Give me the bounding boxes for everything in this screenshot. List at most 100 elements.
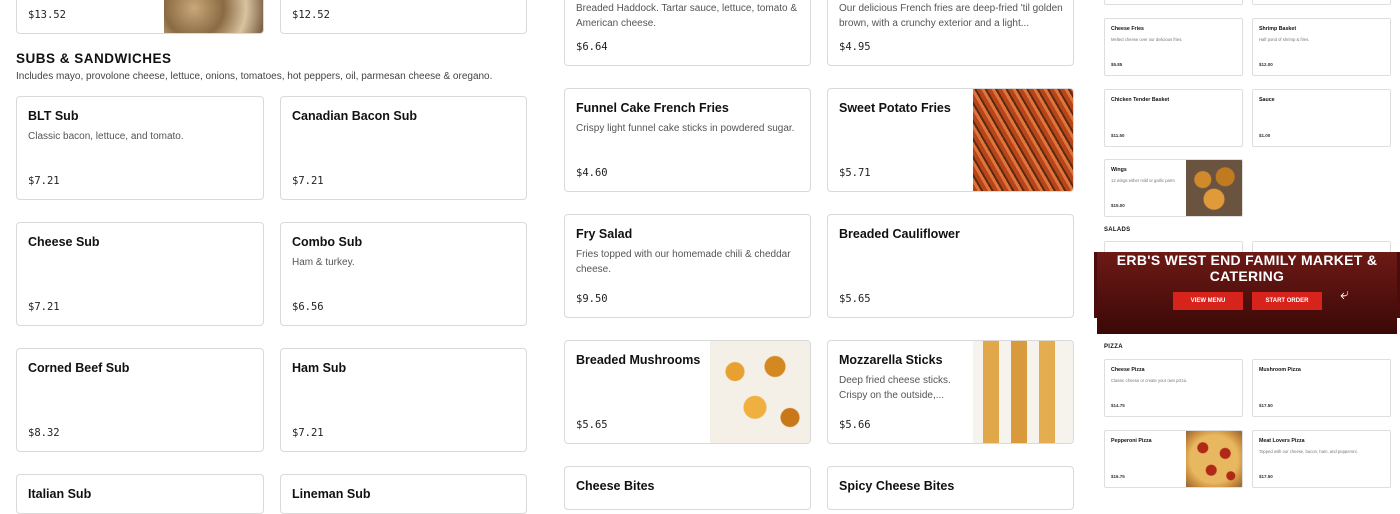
menu-item-card[interactable]: Mozzarella Sticks Deep fried cheese stic… xyxy=(827,340,1074,444)
item-price: $17.50 xyxy=(1259,403,1273,408)
item-name: BLT Sub xyxy=(28,109,79,123)
menu-item-card[interactable]: Italian Sub xyxy=(16,474,264,514)
item-name: Spicy Cheese Bites xyxy=(839,479,955,493)
item-price: $16.75 xyxy=(1111,474,1125,479)
item-description: Classic bacon, lettuce, and tomato. xyxy=(28,131,184,142)
menu-item-card[interactable]: Spicy Cheese Bites xyxy=(827,466,1074,510)
banner-title: ERB'S WEST END FAMILY MARKET & CATERING xyxy=(1116,252,1378,284)
item-price: $7.21 xyxy=(28,175,60,187)
item-name: Fry Salad xyxy=(576,227,633,241)
view-menu-button[interactable]: VIEW MENU xyxy=(1173,292,1243,310)
item-photo xyxy=(1186,160,1242,216)
mini-menu-card[interactable]: Wings 12 wings either mild or garlic par… xyxy=(1104,159,1243,217)
item-photo xyxy=(973,341,1073,443)
menu-item-card[interactable]: BLT Sub Classic bacon, lettuce, and toma… xyxy=(16,96,264,200)
mini-menu-card[interactable]: Meat Lovers Pizza Topped with our cheese… xyxy=(1252,430,1391,488)
item-price: $1.00 xyxy=(1259,133,1271,138)
item-price: $9.50 xyxy=(576,293,608,305)
mini-menu-card[interactable]: Sauce $1.00 xyxy=(1252,89,1391,147)
mini-menu-card[interactable]: Chicken Tender Basket $11.50 xyxy=(1104,89,1243,147)
menu-item-card[interactable]: Our delicious French fries are deep-frie… xyxy=(827,0,1074,66)
menu-item-card[interactable]: $13.52 xyxy=(16,0,264,34)
item-name: Breaded Mushrooms xyxy=(576,353,701,367)
item-photo xyxy=(973,89,1073,191)
menu-item-card[interactable]: Cheese Bites xyxy=(564,466,811,510)
start-order-button[interactable]: START ORDER xyxy=(1252,292,1322,310)
item-price: $5.65 xyxy=(576,419,608,431)
item-description: Crispy light funnel cake sticks in powde… xyxy=(576,123,795,134)
menu-item-card[interactable]: Funnel Cake French Fries Crispy light fu… xyxy=(564,88,811,192)
item-description: Fries topped with our homemade chili & c… xyxy=(576,249,791,275)
item-description: 12 wings either mild or garlic parm xyxy=(1111,178,1175,183)
menu-item-card[interactable]: Cheese Sub $7.21 xyxy=(16,222,264,326)
menu-item-card[interactable]: Sweet Potato Fries $5.71 xyxy=(827,88,1074,192)
section-title: SUBS & SANDWICHES xyxy=(16,51,172,66)
menu-item-card[interactable]: Fry Salad Fries topped with our homemade… xyxy=(564,214,811,318)
item-name: Cheese Fries xyxy=(1111,26,1144,32)
item-name: Wings xyxy=(1111,167,1127,173)
item-description: Half pond of shrimp & fries. xyxy=(1259,37,1310,42)
item-name: Cheese Pizza xyxy=(1111,367,1145,373)
mini-menu-card[interactable] xyxy=(1104,0,1243,5)
item-name: Pepperoni Pizza xyxy=(1111,438,1152,444)
section-subtitle: Includes mayo, provolone cheese, lettuce… xyxy=(16,71,493,82)
menu-item-card[interactable]: Breaded Haddock. Tartar sauce, lettuce, … xyxy=(564,0,811,66)
item-description: Topped with our cheese, bacon, ham, and … xyxy=(1259,449,1358,454)
menu-item-card[interactable]: Corned Beef Sub $8.32 xyxy=(16,348,264,452)
menu-item-card[interactable]: Ham Sub $7.21 xyxy=(280,348,527,452)
item-name: Funnel Cake French Fries xyxy=(576,101,729,115)
mini-menu-card[interactable]: Pepperoni Pizza $16.75 xyxy=(1104,430,1243,488)
menu-item-card[interactable]: $12.52 xyxy=(280,0,527,34)
item-name: Shrimp Basket xyxy=(1259,26,1297,32)
item-price: $5.66 xyxy=(839,419,871,431)
item-price: $4.60 xyxy=(576,167,608,179)
menu-item-card[interactable]: Breaded Cauliflower $5.65 xyxy=(827,214,1074,318)
item-description: Our delicious French fries are deep-frie… xyxy=(839,3,1063,29)
mini-menu-card[interactable]: Cheese Fries Melted cheese over our deli… xyxy=(1104,18,1243,76)
arrow-icon: ⤶ xyxy=(1340,286,1349,303)
item-price: $7.21 xyxy=(292,427,324,439)
item-photo xyxy=(1186,431,1242,487)
mini-menu-card[interactable]: Shrimp Basket Half pond of shrimp & frie… xyxy=(1252,18,1391,76)
item-price: $6.64 xyxy=(576,41,608,53)
item-name: Breaded Cauliflower xyxy=(839,227,960,241)
item-name: Chicken Tender Basket xyxy=(1111,97,1170,103)
menu-item-card[interactable]: Canadian Bacon Sub $7.21 xyxy=(280,96,527,200)
item-name: Cheese Sub xyxy=(28,235,100,249)
item-price: $12.52 xyxy=(292,9,330,21)
item-name: Mushroom Pizza xyxy=(1259,367,1301,373)
mini-menu-card[interactable] xyxy=(1252,0,1391,5)
item-description: Ham & turkey. xyxy=(292,257,355,268)
item-name: Cheese Bites xyxy=(576,479,655,493)
item-photo xyxy=(164,0,263,33)
item-price: $13.52 xyxy=(28,9,66,21)
item-description: Breaded Haddock. Tartar sauce, lettuce, … xyxy=(576,3,798,29)
item-price: $5.85 xyxy=(1111,62,1123,67)
item-name: Sweet Potato Fries xyxy=(839,101,951,115)
item-price: $7.21 xyxy=(28,301,60,313)
menu-item-card[interactable]: Lineman Sub xyxy=(280,474,527,514)
item-price: $7.21 xyxy=(292,175,324,187)
item-photo xyxy=(710,341,810,443)
item-price: $6.56 xyxy=(292,301,324,313)
item-name: Corned Beef Sub xyxy=(28,361,130,375)
item-price: $5.71 xyxy=(839,167,871,179)
section-title: PIZZA xyxy=(1104,344,1123,350)
item-price: $14.75 xyxy=(1111,403,1125,408)
item-price: $17.50 xyxy=(1259,474,1273,479)
item-name: Combo Sub xyxy=(292,235,363,249)
item-name: Canadian Bacon Sub xyxy=(292,109,418,123)
item-price: $11.50 xyxy=(1111,133,1125,138)
item-name: Lineman Sub xyxy=(292,487,371,501)
item-price: $5.65 xyxy=(839,293,871,305)
mini-menu-card[interactable]: Mushroom Pizza $17.50 xyxy=(1252,359,1391,417)
mini-menu-card[interactable]: Cheese Pizza Classic cheese or create yo… xyxy=(1104,359,1243,417)
menu-item-card[interactable]: Breaded Mushrooms $5.65 xyxy=(564,340,811,444)
item-description: Classic cheese or create your own pizza. xyxy=(1111,378,1188,383)
restaurant-banner-overlay: ERB'S WEST END FAMILY MARKET & CATERING … xyxy=(1097,252,1397,334)
item-name: Ham Sub xyxy=(292,361,347,375)
item-price: $12.00 xyxy=(1259,62,1273,67)
item-price: $15.00 xyxy=(1111,203,1125,208)
menu-item-card[interactable]: Combo Sub Ham & turkey. $6.56 xyxy=(280,222,527,326)
item-name: Italian Sub xyxy=(28,487,92,501)
